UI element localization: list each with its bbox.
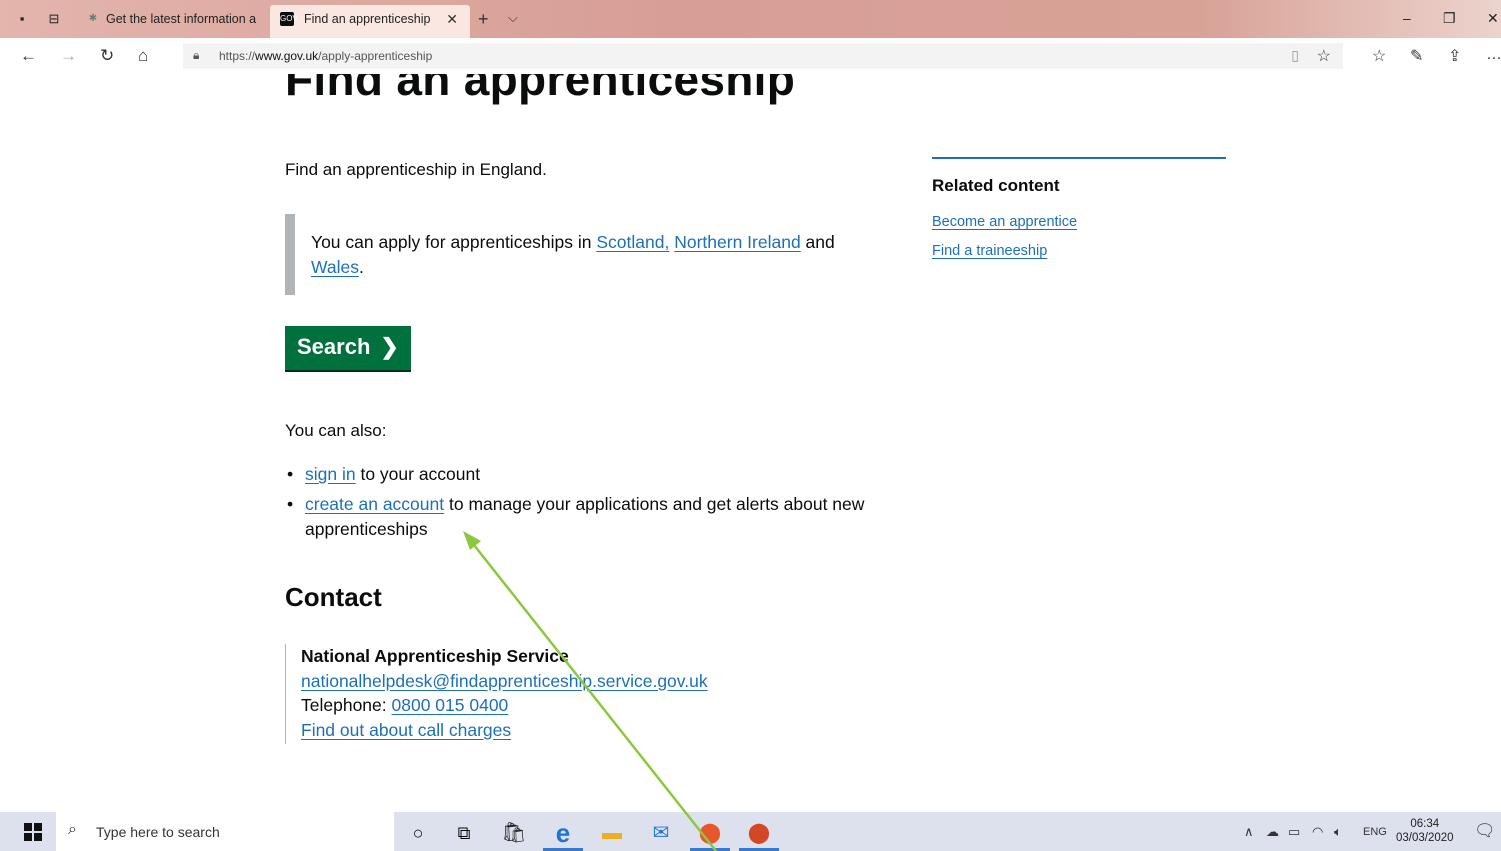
chevron-right-icon: ❯: [380, 334, 399, 359]
back-arrow-icon[interactable]: ←: [20, 46, 37, 66]
link-wales[interactable]: Wales: [311, 257, 359, 277]
tab-actions-icon[interactable]: ▪: [14, 11, 30, 27]
clock-time: 06:34: [1410, 818, 1440, 830]
page-title: Find an apprenticeship: [285, 74, 796, 105]
close-tab-icon[interactable]: ✕: [446, 5, 458, 33]
list-item: • create an account to manage your applic…: [285, 492, 905, 542]
favicon-icon: ✱: [88, 13, 98, 24]
sign-in-link[interactable]: sign in: [305, 464, 356, 484]
language-indicator[interactable]: ENG: [1363, 826, 1387, 838]
tab-title: Find an apprenticeship: [304, 12, 431, 26]
pen-icon[interactable]: ✎: [1410, 46, 1423, 66]
inset-and: and: [800, 232, 835, 252]
lock-icon: 🔒︎: [193, 48, 200, 62]
taskbar-clock[interactable]: 06:34 03/03/2020: [1396, 817, 1454, 845]
bullet-icon: •: [287, 494, 294, 514]
contact-organisation: National Apprenticeship Service: [301, 646, 569, 666]
home-icon[interactable]: ⌂: [138, 46, 148, 66]
file-explorer-icon[interactable]: ▬: [592, 817, 632, 851]
related-content: Related content Become an apprentice Fin…: [932, 157, 1226, 259]
search-icon: ⌕: [68, 821, 77, 838]
edge-icon[interactable]: e: [543, 817, 583, 851]
telephone-label: Telephone:: [301, 695, 392, 715]
forward-arrow-icon[interactable]: →: [60, 46, 77, 66]
url-text: https://www.gov.uk/apply-apprenticeship: [219, 49, 433, 63]
new-tab-icon[interactable]: +: [478, 9, 489, 29]
tab-title: Get the latest information a: [106, 12, 257, 26]
tab-latest-information[interactable]: ✱ Get the latest information a: [76, 5, 266, 38]
also-heading: You can also:: [285, 421, 387, 440]
list-item-text: to your account: [355, 464, 481, 484]
inset-suffix: .: [358, 257, 364, 277]
windows-taskbar: ⌕ Type here to search ○ ⧉ 🛍︎ e ▬ ✉ ⬤ ⬤ ∧…: [0, 812, 1501, 851]
favorites-list-icon[interactable]: ☆: [1372, 46, 1386, 66]
browser-toolbar: ← → ↻ ⌂ 🔒︎ https://www.gov.uk/apply-appr…: [0, 38, 1501, 74]
search-button-label: Search: [297, 334, 371, 359]
contact-block: National Apprenticeship Service national…: [285, 644, 708, 744]
share-icon[interactable]: ⇪: [1448, 46, 1461, 66]
onedrive-icon[interactable]: ☁: [1266, 824, 1279, 840]
speaker-muted-icon[interactable]: 🔈︎: [1334, 824, 1342, 840]
tab-list-chevron-icon[interactable]: ⌵: [508, 10, 518, 26]
tabs-aside-icon[interactable]: ⊟: [46, 11, 62, 27]
link-scotland[interactable]: Scotland,: [596, 232, 669, 252]
contact-heading: Contact: [285, 582, 382, 612]
battery-icon[interactable]: ▭: [1288, 824, 1300, 840]
create-account-link[interactable]: create an account: [305, 494, 444, 514]
reading-view-icon[interactable]: ▯: [1291, 47, 1299, 64]
telephone-link[interactable]: 0800 015 0400: [392, 695, 509, 715]
become-apprentice-link[interactable]: Become an apprentice: [932, 214, 1226, 230]
contact-email-link[interactable]: nationalhelpdesk@findapprenticeship.serv…: [301, 671, 708, 691]
refresh-icon[interactable]: ↻: [100, 46, 114, 66]
tab-find-apprenticeship[interactable]: GOV Find an apprenticeship ✕: [270, 5, 470, 38]
browser-tab-strip: ▪ ⊟ ✱ Get the latest information a GOV F…: [0, 0, 1501, 38]
govuk-crown-icon: GOV: [280, 12, 298, 26]
tray-chevron-up-icon[interactable]: ∧: [1244, 824, 1254, 840]
powerpoint-icon[interactable]: ⬤: [739, 817, 779, 851]
store-icon[interactable]: 🛍︎: [494, 817, 534, 851]
bullet-icon: •: [287, 464, 294, 484]
favorite-star-icon[interactable]: ☆: [1317, 46, 1331, 66]
inset-text: You can apply for apprenticeships in Sco…: [285, 214, 865, 295]
call-charges-link[interactable]: Find out about call charges: [301, 720, 511, 740]
search-button[interactable]: Search ❯: [285, 326, 411, 370]
task-view-icon[interactable]: ⧉: [444, 817, 484, 851]
lead-paragraph: Find an apprenticeship in England.: [285, 160, 547, 179]
address-bar[interactable]: 🔒︎ https://www.gov.uk/apply-apprenticesh…: [183, 43, 1343, 69]
more-icon[interactable]: …: [1486, 46, 1501, 64]
taskbar-search-placeholder: Type here to search: [96, 824, 220, 840]
wifi-icon[interactable]: ◠: [1312, 824, 1323, 840]
inset-prefix: You can apply for apprenticeships in: [311, 232, 597, 252]
list-item: • sign in to your account: [285, 462, 905, 487]
also-list: • sign in to your account • create an acco…: [285, 462, 905, 547]
window-close-icon[interactable]: ✕: [1487, 10, 1499, 27]
cortana-icon[interactable]: ○: [398, 817, 438, 851]
related-heading: Related content: [932, 176, 1060, 195]
clock-date: 03/03/2020: [1396, 832, 1454, 844]
link-northern-ireland[interactable]: Northern Ireland: [674, 232, 800, 252]
taskbar-search-box[interactable]: ⌕ Type here to search: [56, 812, 394, 851]
action-center-icon[interactable]: 🗨︎: [1474, 821, 1496, 841]
windows-start-icon[interactable]: [24, 823, 42, 841]
map-pin-icon[interactable]: ⬤: [690, 817, 730, 851]
maximize-icon[interactable]: ❐: [1443, 10, 1456, 27]
web-page: Find an apprenticeship Find an apprentic…: [0, 74, 1501, 812]
find-traineeship-link[interactable]: Find a traineeship: [932, 243, 1226, 259]
minimize-icon[interactable]: –: [1403, 10, 1411, 26]
mail-icon[interactable]: ✉: [641, 817, 681, 851]
